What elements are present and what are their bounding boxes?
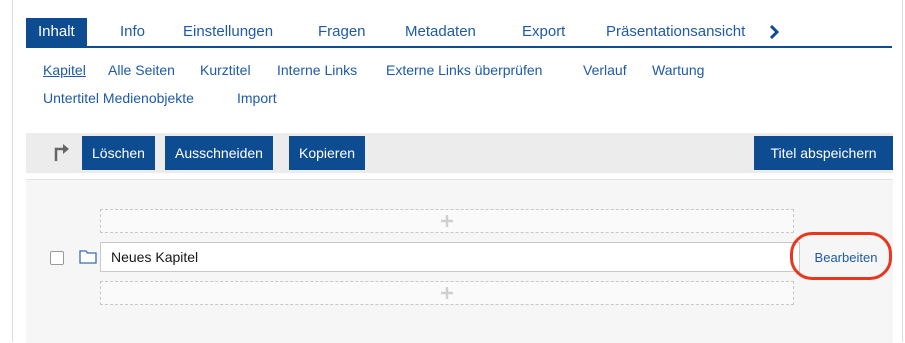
subtab-untertitel-medienobjekte[interactable]: Untertitel Medienobjekte — [43, 88, 194, 108]
plus-icon — [441, 215, 453, 227]
cut-button[interactable]: Ausschneiden — [165, 136, 273, 170]
subtab-wartung[interactable]: Wartung — [652, 60, 704, 80]
insert-zone-bottom[interactable] — [100, 281, 794, 305]
main-tabs: Inhalt Info Einstellungen Fragen Metadat… — [26, 18, 892, 48]
subtab-alle-seiten[interactable]: Alle Seiten — [108, 60, 175, 80]
tab-praesentationsansicht[interactable]: Präsentationsansicht — [606, 18, 745, 46]
tab-metadaten[interactable]: Metadaten — [405, 18, 476, 46]
edit-link[interactable]: Bearbeiten — [801, 243, 891, 273]
copy-button[interactable]: Kopieren — [289, 136, 366, 170]
subtab-externe-links[interactable]: Externe Links überprüfen — [386, 60, 542, 80]
chapter-checkbox[interactable] — [50, 251, 64, 265]
tab-info[interactable]: Info — [120, 18, 145, 46]
save-titles-button[interactable]: Titel abspeichern — [754, 136, 893, 170]
subtab-kurztitel[interactable]: Kurztitel — [200, 60, 251, 80]
plus-icon — [441, 287, 453, 299]
delete-button[interactable]: Löschen — [82, 136, 155, 170]
toolbar: Löschen Ausschneiden Kopieren Titel absp… — [26, 133, 893, 173]
tab-inhalt[interactable]: Inhalt — [26, 18, 87, 46]
chevron-right-icon[interactable] — [769, 24, 780, 40]
subtab-interne-links[interactable]: Interne Links — [277, 60, 357, 80]
insert-zone-top[interactable] — [100, 209, 794, 233]
folder-icon — [79, 250, 97, 264]
subtab-verlauf[interactable]: Verlauf — [583, 60, 627, 80]
arrow-turn-icon[interactable] — [52, 142, 70, 162]
chapter-title-input[interactable]: Neues Kapitel — [100, 242, 800, 272]
subtab-kapitel[interactable]: Kapitel — [43, 60, 86, 80]
tab-fragen[interactable]: Fragen — [318, 18, 366, 46]
tab-einstellungen[interactable]: Einstellungen — [183, 18, 273, 46]
tab-export[interactable]: Export — [522, 18, 565, 46]
subtab-import[interactable]: Import — [237, 88, 277, 108]
chapter-list: Neues Kapitel Bearbeiten — [26, 179, 893, 343]
